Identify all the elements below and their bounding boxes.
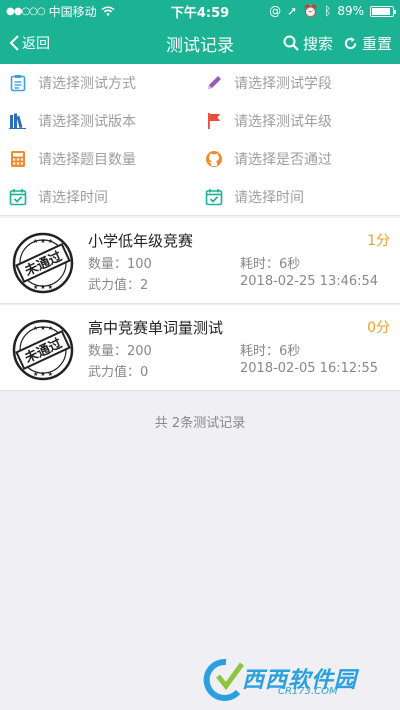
record-item[interactable]: 未通过 ★ ★ ★ ★ ★ ★ 高中竞赛单词量测试 0分 数量：200 耗时：6…	[0, 305, 400, 391]
record-datetime: 2018-02-05 16:12:55	[240, 361, 379, 376]
record-duration: 耗时：6秒	[240, 344, 301, 359]
not-passed-stamp-icon: 未通过 ★ ★ ★ ★ ★ ★	[12, 319, 74, 381]
record-count-summary: 共 2条测试记录	[154, 416, 246, 431]
filter-test-stage[interactable]: 请选择测试学段	[204, 64, 332, 102]
record-item[interactable]: 未通过 ★ ★ ★ ★ ★ ★ 小学低年级竞赛 1分 数量：100 耗时：6秒 …	[0, 218, 400, 304]
pencil-icon	[204, 73, 224, 93]
filter-panel: 请选择测试方式 请选择测试学段 请选择测试版本 请选择测试年级 请选择题目数量 …	[0, 64, 400, 216]
filter-test-version[interactable]: 请选择测试版本	[8, 102, 136, 140]
reset-button[interactable]: 重置	[343, 33, 392, 54]
record-count: 数量：100	[88, 257, 152, 272]
clipboard-icon	[8, 73, 28, 93]
battery-icon	[370, 5, 396, 17]
record-power: 武力值：2	[88, 278, 149, 293]
filter-pass-status[interactable]: 请选择是否通过	[204, 140, 332, 178]
filter-question-count[interactable]: 请选择题目数量	[8, 140, 136, 178]
record-count: 数量：200	[88, 344, 152, 359]
record-title: 小学低年级竞赛	[88, 232, 194, 250]
filter-test-method[interactable]: 请选择测试方式	[8, 64, 136, 102]
record-title: 高中竞赛单词量测试	[88, 319, 224, 337]
calculator-icon	[8, 149, 28, 169]
back-label: 返回	[22, 36, 50, 52]
refresh-icon	[344, 36, 357, 49]
search-button[interactable]: 搜索	[283, 33, 333, 54]
not-passed-stamp-icon: 未通过 ★ ★ ★ ★ ★ ★	[12, 232, 74, 294]
status-bar: ●●○○○ 中国移动 下午4:59 @ ➚ ⏰ ᛒ 89%	[0, 0, 400, 22]
navbar: 返回 测试记录 搜索 重置	[0, 22, 400, 64]
github-icon	[204, 149, 224, 169]
filter-label: 请选择测试学段	[234, 76, 332, 92]
filter-label: 请选择题目数量	[38, 152, 136, 168]
record-datetime: 2018-02-25 13:46:54	[240, 274, 379, 289]
svg-text:★ ★ ★: ★ ★ ★	[33, 238, 53, 245]
filter-label: 请选择时间	[38, 190, 108, 206]
filter-label: 请选择是否通过	[234, 152, 332, 168]
battery-percent: 89%	[337, 4, 364, 18]
calendar-check-icon	[8, 187, 28, 207]
bluetooth-icon: ᛒ	[324, 4, 332, 18]
search-icon	[283, 35, 299, 51]
filter-label: 请选择测试年级	[234, 114, 332, 130]
filter-test-grade[interactable]: 请选择测试年级	[204, 102, 332, 140]
back-button[interactable]: 返回	[8, 22, 50, 64]
wifi-icon	[101, 6, 115, 16]
record-duration: 耗时：6秒	[240, 257, 301, 272]
status-time: 下午4:59	[170, 5, 230, 21]
svg-text:★ ★ ★: ★ ★ ★	[33, 371, 53, 378]
record-power: 武力值：0	[88, 365, 149, 380]
search-label: 搜索	[302, 34, 333, 53]
filter-label: 请选择测试方式	[38, 76, 136, 92]
svg-text:★ ★ ★: ★ ★ ★	[33, 284, 53, 291]
filter-start-time[interactable]: 请选择时间	[8, 178, 108, 216]
svg-text:★ ★ ★: ★ ★ ★	[33, 325, 53, 332]
alarm-icon: ⏰	[303, 4, 319, 18]
filter-end-time[interactable]: 请选择时间	[204, 178, 304, 216]
filter-label: 请选择测试版本	[38, 114, 136, 130]
flag-icon	[204, 111, 224, 131]
record-score: 1分	[367, 233, 390, 249]
reset-label: 重置	[361, 34, 392, 53]
location-icon: ➚	[287, 4, 298, 18]
lock-rotation-icon: @	[269, 4, 282, 18]
calendar-check-icon	[204, 187, 224, 207]
filter-label: 请选择时间	[234, 190, 304, 206]
watermark-url: CR173.COM	[278, 686, 338, 697]
chevron-left-icon	[9, 35, 19, 51]
record-score: 0分	[367, 320, 390, 336]
carrier-label: 中国移动	[48, 4, 97, 19]
signal-icon: ●●○○○	[6, 5, 46, 17]
books-icon	[8, 111, 28, 131]
